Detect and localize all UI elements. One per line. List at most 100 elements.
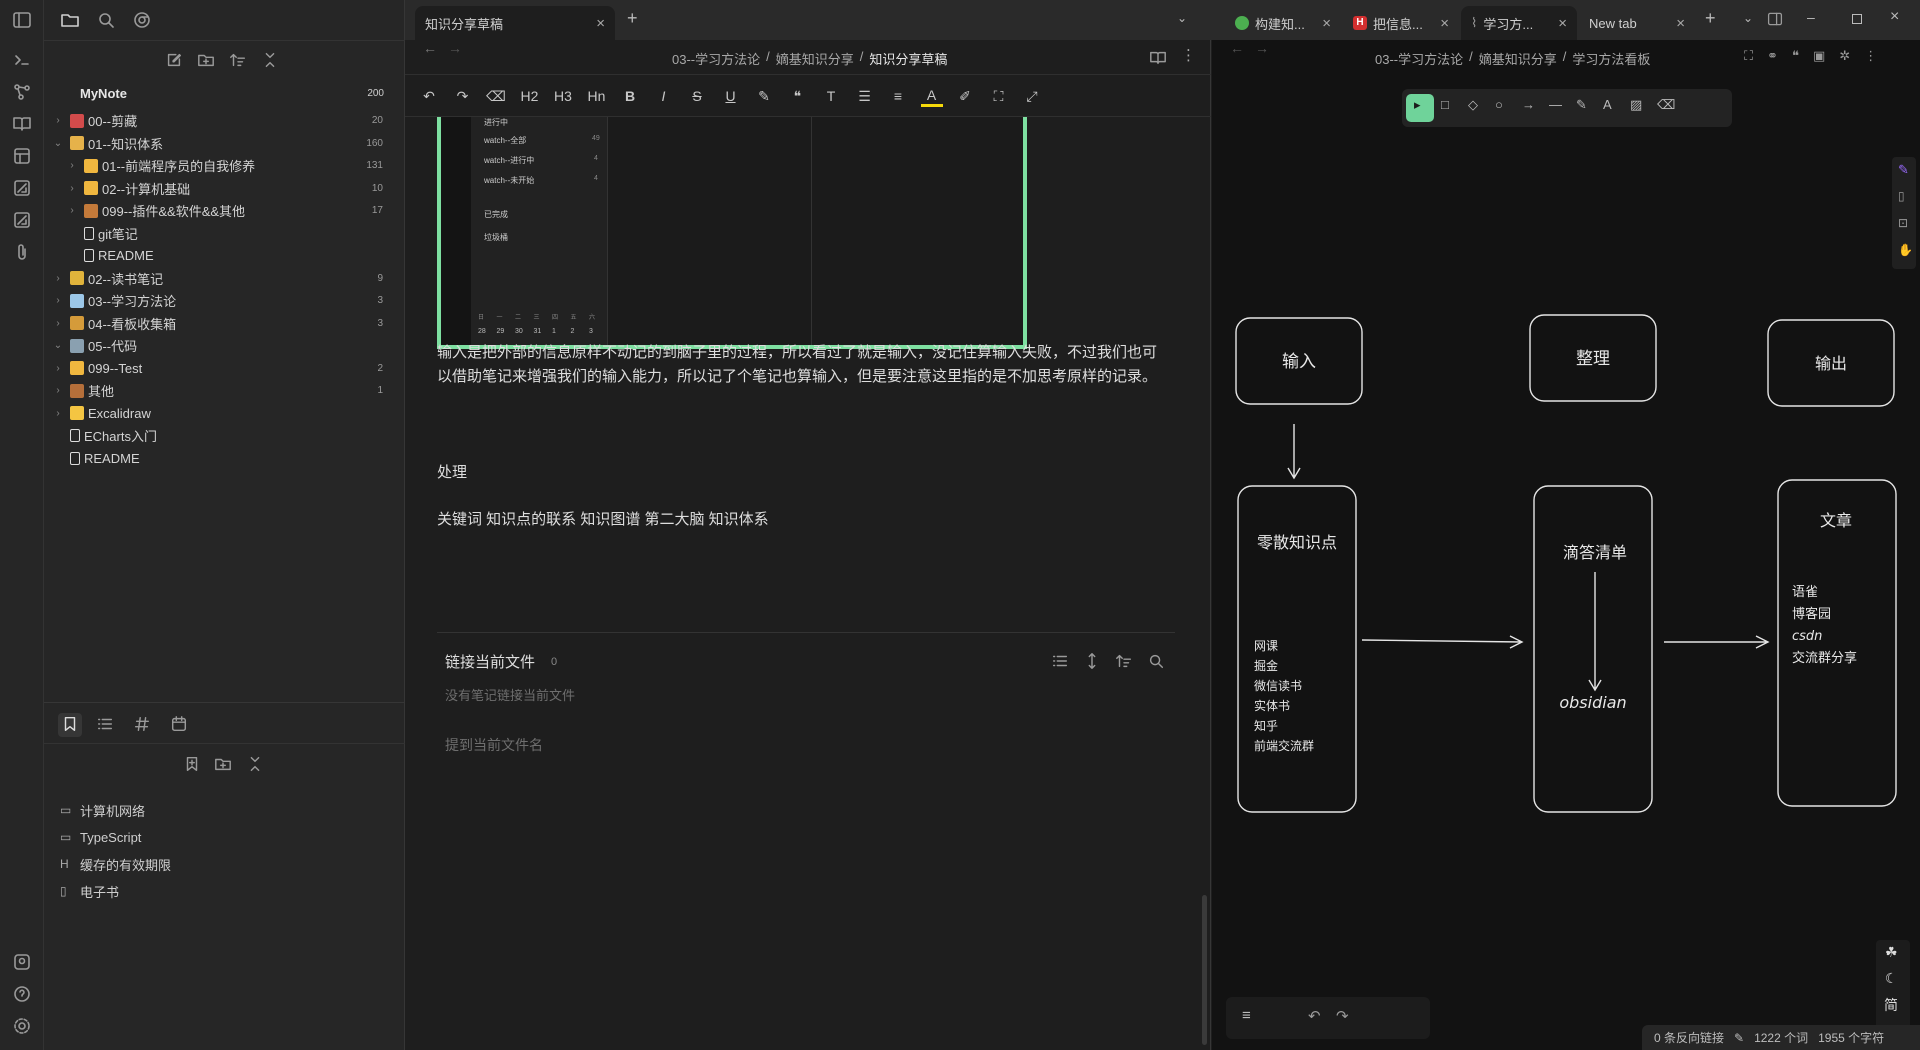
excalidraw-canvas[interactable]: ← → 03--学习方法论 / 嫡基知识分享 / 学习方法看板 ⛶ ⚭ ❝ ▣ … — [1212, 40, 1920, 1050]
paw-icon[interactable]: ☘ — [1885, 944, 1898, 961]
question-icon[interactable] — [12, 984, 32, 1004]
settings-icon[interactable] — [12, 1016, 32, 1036]
new-tab-button-right[interactable]: + — [1705, 8, 1716, 29]
h3-button[interactable]: H3 — [552, 85, 574, 107]
chevron-icon[interactable]: ⌄ — [52, 340, 64, 351]
paperclip-icon[interactable] — [12, 242, 32, 262]
new-tab-button[interactable]: + — [627, 8, 638, 29]
text-size-icon[interactable]: T — [820, 85, 842, 107]
list-view-icon[interactable] — [1051, 652, 1069, 670]
h2-button[interactable]: H2 — [519, 85, 541, 107]
italic-button[interactable]: I — [653, 85, 675, 107]
tree-item[interactable]: › 099--插件&&软件&&其他 17 — [44, 200, 405, 222]
tag-icon[interactable] — [133, 715, 151, 733]
tab-learning-methods[interactable]: ⌇ 学习方... × — [1461, 6, 1577, 40]
more-options-icon[interactable]: ⋮ — [1181, 46, 1196, 64]
collapse-icon[interactable]: ⤢ — [1021, 85, 1043, 107]
bookmark-item[interactable]: ▯ 电子书 — [60, 878, 119, 904]
tree-item[interactable]: › 01--前端程序员的自我修养 131 — [44, 155, 405, 177]
tree-item[interactable]: README — [44, 245, 405, 267]
dice-icon-2[interactable] — [12, 210, 32, 230]
tree-item[interactable]: ⌄ 05--代码 — [44, 335, 405, 357]
bold-button[interactable]: B — [619, 85, 641, 107]
redo-icon[interactable]: ↷ — [1336, 1007, 1349, 1025]
highlight-icon[interactable]: ✎ — [753, 85, 775, 107]
backlinks-title[interactable]: 链接当前文件 — [445, 651, 535, 672]
minimize-button[interactable]: – — [1807, 9, 1815, 25]
close-icon[interactable]: × — [596, 15, 605, 32]
tree-item[interactable]: › Excalidraw — [44, 402, 405, 424]
simplified-chinese-toggle[interactable]: 简 — [1884, 995, 1898, 1015]
folder-icon[interactable] — [60, 10, 80, 30]
moon-icon[interactable]: ☾ — [1885, 970, 1898, 987]
forward-arrow-icon[interactable]: → — [448, 40, 462, 56]
arrow-fragments-todo[interactable] — [1361, 635, 1524, 649]
help-circle-icon[interactable] — [12, 952, 32, 972]
fullscreen-icon[interactable]: ⛶ — [988, 85, 1010, 107]
quote-icon[interactable]: ❝ — [787, 85, 809, 107]
breadcrumb-current[interactable]: 知识分享草稿 — [869, 49, 947, 68]
underline-button[interactable]: U — [720, 85, 742, 107]
vault-name[interactable]: MyNote — [80, 86, 127, 101]
tree-item[interactable]: ECharts入门 — [44, 425, 405, 447]
chrome-icon[interactable] — [132, 10, 152, 30]
collapse-icon[interactable] — [261, 51, 279, 69]
collapse-bookmarks-icon[interactable] — [246, 755, 264, 773]
align-icon[interactable]: ≡ — [887, 85, 909, 107]
add-bookmark-icon[interactable] — [183, 755, 201, 773]
bookmark-icon[interactable] — [61, 715, 79, 733]
tree-item[interactable]: › 099--Test 2 — [44, 357, 405, 379]
sidebar-toggle-icon[interactable] — [12, 10, 32, 30]
chevron-icon[interactable]: › — [52, 363, 64, 374]
hn-button[interactable]: Hn — [586, 85, 608, 107]
chevron-icon[interactable]: › — [52, 295, 64, 306]
tab-knowledge-draft[interactable]: 知识分享草稿 × — [415, 6, 615, 40]
unlinked-mentions[interactable]: 提到当前文件名 — [445, 735, 543, 755]
list-icon[interactable] — [96, 715, 114, 733]
close-icon[interactable]: × — [1558, 15, 1567, 32]
arrow-todo-article[interactable] — [1664, 635, 1770, 649]
dice-icon[interactable] — [12, 178, 32, 198]
tree-item[interactable]: › 其他 1 — [44, 380, 405, 402]
chevron-icon[interactable]: › — [52, 115, 64, 126]
tree-item[interactable]: › 00--剪藏 20 — [44, 110, 405, 132]
bookmark-item[interactable]: ▭ 计算机网络 — [60, 797, 145, 823]
chevron-icon[interactable]: › — [66, 183, 78, 194]
maximize-button[interactable] — [1852, 14, 1862, 24]
expand-icon[interactable] — [1083, 652, 1101, 670]
book-icon[interactable] — [12, 114, 32, 134]
close-icon[interactable]: × — [1676, 15, 1685, 32]
close-icon[interactable]: × — [1440, 15, 1449, 32]
undo-icon[interactable]: ↶ — [1308, 1007, 1321, 1025]
scrollbar[interactable] — [1202, 895, 1207, 1045]
box-todo[interactable] — [1533, 485, 1653, 813]
bookmark-item[interactable]: ▭ TypeScript — [60, 824, 141, 850]
list-icon[interactable]: ☰ — [854, 85, 876, 107]
calendar-icon[interactable] — [170, 715, 188, 733]
new-folder-icon[interactable] — [197, 51, 215, 69]
layout-icon[interactable] — [12, 146, 32, 166]
redo-icon[interactable]: ↷ — [452, 85, 474, 107]
menu-icon[interactable]: ≡ — [1242, 1007, 1251, 1024]
tree-item[interactable]: › 02--计算机基础 10 — [44, 177, 405, 199]
tree-item[interactable]: ⌄ 01--知识体系 160 — [44, 132, 405, 154]
split-view-icon[interactable] — [1767, 11, 1783, 27]
back-arrow-icon[interactable]: ← — [423, 40, 437, 56]
chevron-icon[interactable]: ⌄ — [52, 138, 64, 149]
search-icon[interactable] — [1147, 652, 1165, 670]
bookmark-item[interactable]: H 缓存的有效期限 — [60, 851, 171, 877]
breadcrumb-item[interactable]: 03--学习方法论 — [672, 49, 760, 68]
chevron-icon[interactable]: › — [52, 408, 64, 419]
close-window-button[interactable]: × — [1890, 8, 1899, 26]
breadcrumb-item[interactable]: 嫡基知识分享 — [776, 49, 854, 68]
chevron-icon[interactable]: › — [52, 318, 64, 329]
tree-item[interactable]: › 04--看板收集箱 3 — [44, 312, 405, 334]
status-backlinks[interactable]: 0 条反向链接 — [1654, 1029, 1724, 1046]
sort-icon[interactable] — [229, 51, 247, 69]
marker-icon[interactable]: ✐ — [954, 85, 976, 107]
chevron-down-icon[interactable]: ⌄ — [1743, 11, 1753, 25]
tree-item[interactable]: › 03--学习方法论 3 — [44, 290, 405, 312]
eraser-icon[interactable]: ⌫ — [485, 85, 507, 107]
tree-item[interactable]: › 02--读书笔记 9 — [44, 267, 405, 289]
arrow-todo-obsidian[interactable] — [1588, 572, 1602, 692]
